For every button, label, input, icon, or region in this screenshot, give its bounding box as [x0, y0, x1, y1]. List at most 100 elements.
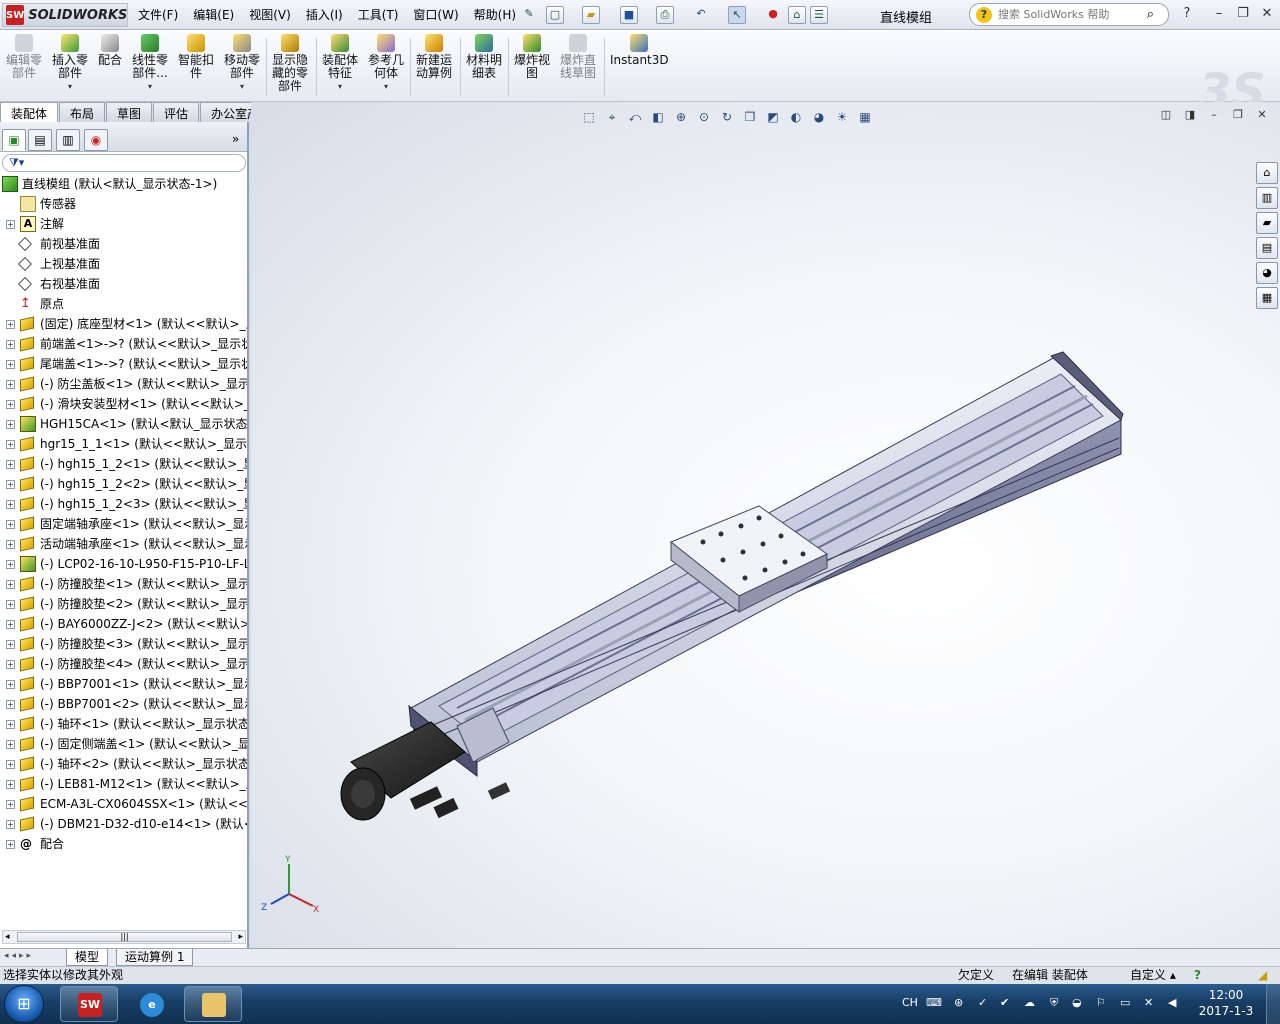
- security-icon[interactable]: ✔: [1000, 996, 1009, 1009]
- scroll-left-icon[interactable]: ◂: [5, 931, 10, 943]
- tree-node[interactable]: + 前端盖<1>->? (默认<<默认>_显示状: [0, 334, 247, 354]
- explode-line-sketch-button[interactable]: 爆炸直 线草图: [560, 34, 596, 80]
- chevron-down-icon[interactable]: ▾: [224, 80, 260, 93]
- cloud-icon[interactable]: ☁: [1024, 996, 1035, 1009]
- tree-node[interactable]: + (-) 防尘盖板<1> (默认<<默认>_显示: [0, 374, 247, 394]
- tree-filter[interactable]: ⧩▾: [2, 154, 246, 172]
- linear-module-3d-model[interactable]: [251, 102, 1280, 948]
- mate-button[interactable]: 配合: [98, 34, 122, 67]
- expand-icon[interactable]: +: [6, 520, 15, 529]
- assembly-features-button[interactable]: 装配体 特征 ▾: [322, 34, 358, 93]
- save-icon[interactable]: ■: [620, 6, 638, 24]
- move-component-button[interactable]: 移动零 部件 ▾: [224, 34, 260, 93]
- expand-icon[interactable]: +: [6, 600, 15, 609]
- tree-node[interactable]: + (固定) 底座型材<1> (默认<<默认>_显: [0, 314, 247, 334]
- expand-icon[interactable]: +: [6, 620, 15, 629]
- tree-node[interactable]: + @ 配合: [0, 834, 247, 854]
- chevron-down-icon[interactable]: ▾: [322, 80, 358, 93]
- scroll-right-icon[interactable]: ▸: [238, 931, 243, 943]
- pin-icon[interactable]: ✎: [520, 6, 538, 24]
- chevron-right-icon[interactable]: »: [232, 132, 239, 146]
- tree-node[interactable]: + (-) BBP7001<2> (默认<<默认>_显示: [0, 694, 247, 714]
- tree-node[interactable]: + (-) LCP02-16-10-L950-F15-P10-LF-LJ: [0, 554, 247, 574]
- expand-icon[interactable]: +: [6, 460, 15, 469]
- network-tray-icon[interactable]: ⊛: [954, 996, 963, 1009]
- tree-node[interactable]: + HGH15CA<1> (默认<默认_显示状态-: [0, 414, 247, 434]
- action-center-icon[interactable]: ⚐: [1096, 996, 1106, 1009]
- chevron-down-icon[interactable]: ▾: [132, 80, 168, 93]
- expand-icon[interactable]: +: [6, 680, 15, 689]
- menu-edit[interactable]: 编辑(E): [193, 6, 234, 23]
- tree-node[interactable]: 前视基准面: [0, 234, 247, 254]
- menu-window[interactable]: 窗口(W): [413, 6, 458, 23]
- tab-motion-study-1[interactable]: 运动算例 1: [116, 949, 194, 966]
- units-customize[interactable]: 自定义 ▴: [1130, 967, 1176, 984]
- undo-icon[interactable]: ↶: [692, 6, 710, 24]
- expand-icon[interactable]: +: [6, 720, 15, 729]
- smart-fasteners-button[interactable]: 智能扣 件: [178, 34, 214, 80]
- tab-evaluate[interactable]: 评估: [153, 102, 200, 122]
- scrollbar-thumb[interactable]: |||: [17, 932, 232, 942]
- solidworks-logo[interactable]: SW SOLIDWORKS: [2, 3, 128, 27]
- taskbar-solidworks[interactable]: SW: [60, 986, 118, 1022]
- tree-node[interactable]: + A 注解: [0, 214, 247, 234]
- tree-node[interactable]: + (-) DBM21-D32-d10-e14<1> (默认<: [0, 814, 247, 834]
- tree-node[interactable]: + (-) BBP7001<1> (默认<<默认>_显示: [0, 674, 247, 694]
- tab-navigation-icon[interactable]: ◂◂▸▸: [4, 951, 34, 961]
- taskbar-explorer[interactable]: [184, 986, 242, 1022]
- expand-icon[interactable]: +: [6, 400, 15, 409]
- help-status-icon[interactable]: ?: [1194, 967, 1201, 984]
- new-motion-study-button[interactable]: 新建运 动算例: [416, 34, 452, 80]
- expand-icon[interactable]: +: [6, 760, 15, 769]
- exploded-view-button[interactable]: 爆炸视 图: [514, 34, 550, 80]
- expand-icon[interactable]: +: [6, 480, 15, 489]
- expand-icon[interactable]: +: [6, 800, 15, 809]
- expand-icon[interactable]: +: [6, 360, 15, 369]
- start-button[interactable]: ⊞: [4, 985, 44, 1023]
- bill-of-materials-button[interactable]: 材料明 细表: [466, 34, 502, 80]
- tree-node[interactable]: 传感器: [0, 194, 247, 214]
- tree-node[interactable]: + (-) hgh15_1_2<1> (默认<<默认>_显示: [0, 454, 247, 474]
- clock[interactable]: 12:00 2017-1-3: [1196, 987, 1256, 1019]
- tree-node[interactable]: + 尾端盖<1>->? (默认<<默认>_显示状: [0, 354, 247, 374]
- new-document-icon[interactable]: ▢: [546, 6, 564, 24]
- linear-pattern-button[interactable]: 线性零 部件... ▾: [132, 34, 168, 93]
- open-folder-icon[interactable]: ▰: [582, 6, 600, 24]
- tab-assembly[interactable]: 装配体: [0, 102, 59, 122]
- help-icon[interactable]: ?: [1176, 5, 1198, 23]
- network-disconnected-icon[interactable]: ✕: [1144, 996, 1153, 1009]
- tree-node[interactable]: + (-) 防撞胶垫<2> (默认<<默认>_显示: [0, 594, 247, 614]
- chevron-down-icon[interactable]: ▾: [52, 80, 88, 93]
- tree-node[interactable]: + (-) 防撞胶垫<3> (默认<<默认>_显示: [0, 634, 247, 654]
- tree-node[interactable]: + (-) 防撞胶垫<4> (默认<<默认>_显示: [0, 654, 247, 674]
- tree-node[interactable]: + (-) 滑块安装型材<1> (默认<<默认>_显: [0, 394, 247, 414]
- chevron-down-icon[interactable]: ▾: [368, 80, 404, 93]
- menu-help[interactable]: 帮助(H): [474, 6, 516, 23]
- expand-icon[interactable]: +: [6, 380, 15, 389]
- expand-icon[interactable]: +: [6, 500, 15, 509]
- instant3d-button[interactable]: Instant3D: [610, 34, 669, 67]
- print-icon[interactable]: ⎙: [656, 6, 674, 24]
- show-hidden-components-button[interactable]: 显示隐 藏的零 部件: [272, 34, 308, 93]
- tree-horizontal-scrollbar[interactable]: ◂ ||| ▸: [2, 930, 246, 944]
- display-manager-icon[interactable]: ◉: [84, 129, 108, 151]
- taskbar-internet-explorer[interactable]: e: [122, 986, 180, 1022]
- menu-insert[interactable]: 插入(I): [306, 6, 343, 23]
- expand-icon[interactable]: +: [6, 320, 15, 329]
- reference-geometry-button[interactable]: 参考几 何体 ▾: [368, 34, 404, 93]
- search-input[interactable]: [998, 8, 1138, 21]
- tree-node[interactable]: 上视基准面: [0, 254, 247, 274]
- expand-icon[interactable]: +: [6, 220, 15, 229]
- expand-icon[interactable]: +: [6, 340, 15, 349]
- volume-icon[interactable]: ◀: [1168, 996, 1176, 1009]
- expand-icon[interactable]: +: [6, 540, 15, 549]
- expand-icon[interactable]: +: [6, 740, 15, 749]
- app-tray-icon[interactable]: ◒: [1072, 996, 1082, 1009]
- expand-icon[interactable]: +: [6, 820, 15, 829]
- keyboard-icon[interactable]: ⌨: [926, 996, 942, 1009]
- expand-icon[interactable]: +: [6, 700, 15, 709]
- tree-node[interactable]: + (-) 固定侧端盖<1> (默认<<默认>_显示: [0, 734, 247, 754]
- display-icon[interactable]: ▭: [1120, 996, 1130, 1009]
- expand-icon[interactable]: +: [6, 840, 15, 849]
- edit-component-button[interactable]: 编辑零 部件: [6, 34, 42, 80]
